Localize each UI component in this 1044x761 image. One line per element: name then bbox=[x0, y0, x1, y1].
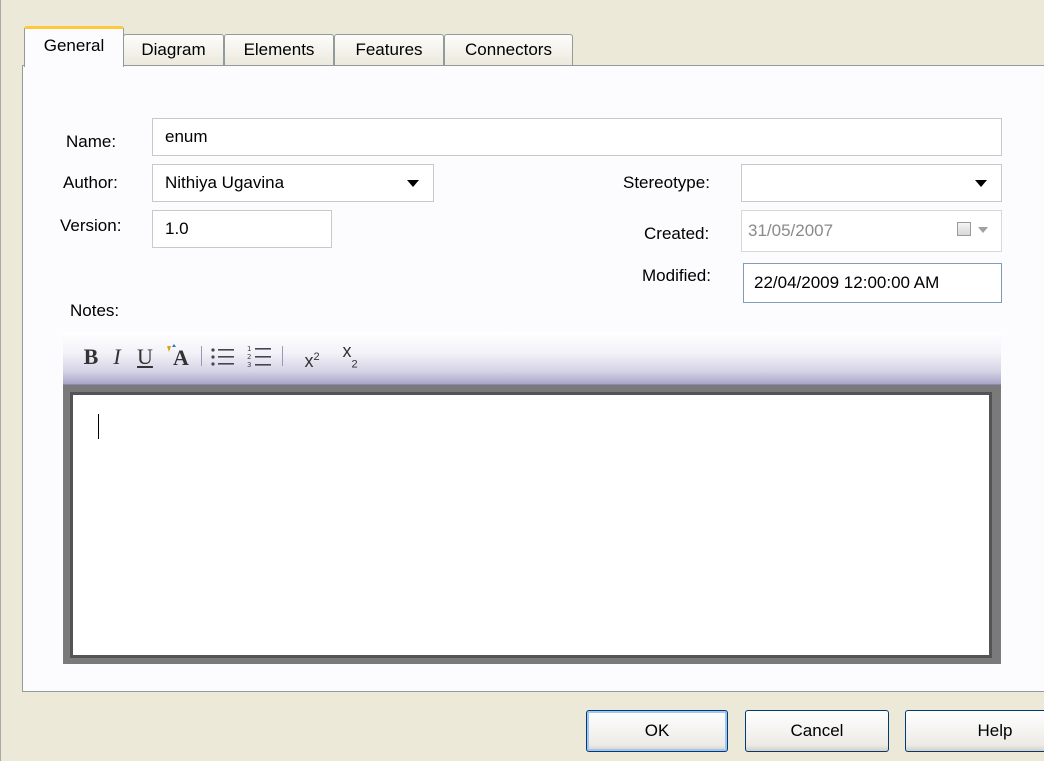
author-dropdown[interactable]: Nithiya Ugavina bbox=[152, 164, 434, 202]
superscript-button[interactable]: x2 bbox=[295, 342, 329, 372]
help-button[interactable]: Help bbox=[905, 710, 1044, 752]
ok-button[interactable]: OK bbox=[586, 710, 728, 752]
chevron-down-icon bbox=[407, 180, 419, 187]
underline-button[interactable]: U bbox=[132, 342, 158, 372]
svg-text:2: 2 bbox=[247, 353, 251, 361]
numbered-list-icon: 1 2 3 bbox=[247, 345, 271, 369]
bullet-list-button[interactable] bbox=[209, 342, 237, 372]
author-label: Author: bbox=[63, 173, 118, 192]
cancel-button[interactable]: Cancel bbox=[745, 710, 889, 752]
name-label: Name: bbox=[66, 132, 117, 151]
font-color-button[interactable]: A bbox=[161, 342, 195, 372]
bold-button[interactable]: B bbox=[79, 342, 103, 372]
version-field[interactable]: 1.0 bbox=[152, 210, 332, 248]
subscript-button[interactable]: x2 bbox=[333, 341, 367, 372]
svg-text:3: 3 bbox=[247, 361, 251, 369]
modified-label: Modified: bbox=[642, 266, 711, 285]
created-label: Created: bbox=[644, 224, 710, 243]
italic-button[interactable]: I bbox=[105, 342, 129, 372]
modified-value: 22/04/2009 12:00:00 AM bbox=[754, 273, 940, 292]
notes-toolbar: B I U A 1 2 3 x2 x2 bbox=[63, 332, 1001, 385]
notes-textarea[interactable] bbox=[70, 392, 992, 658]
toolbar-divider bbox=[201, 346, 202, 366]
svg-text:1: 1 bbox=[247, 345, 251, 353]
version-label: Version: bbox=[60, 216, 122, 235]
notes-label: Notes: bbox=[70, 301, 120, 320]
created-value: 31/05/2007 bbox=[748, 221, 834, 240]
author-value: Nithiya Ugavina bbox=[165, 173, 285, 192]
calendar-icon bbox=[957, 222, 971, 236]
numbered-list-button[interactable]: 1 2 3 bbox=[246, 342, 274, 372]
text-caret bbox=[98, 414, 99, 439]
modified-field[interactable]: 22/04/2009 12:00:00 AM bbox=[743, 263, 1002, 303]
name-field[interactable]: enum bbox=[152, 118, 1002, 156]
stereotype-dropdown[interactable] bbox=[741, 164, 1002, 202]
stereotype-label: Stereotype: bbox=[623, 173, 710, 192]
chevron-down-icon bbox=[975, 180, 987, 187]
created-date-picker[interactable]: 31/05/2007 bbox=[741, 210, 1002, 252]
chevron-down-icon bbox=[978, 227, 988, 233]
name-value: enum bbox=[165, 127, 208, 146]
bullet-list-icon bbox=[211, 348, 234, 366]
version-value: 1.0 bbox=[165, 219, 189, 238]
toolbar-divider bbox=[282, 346, 283, 366]
